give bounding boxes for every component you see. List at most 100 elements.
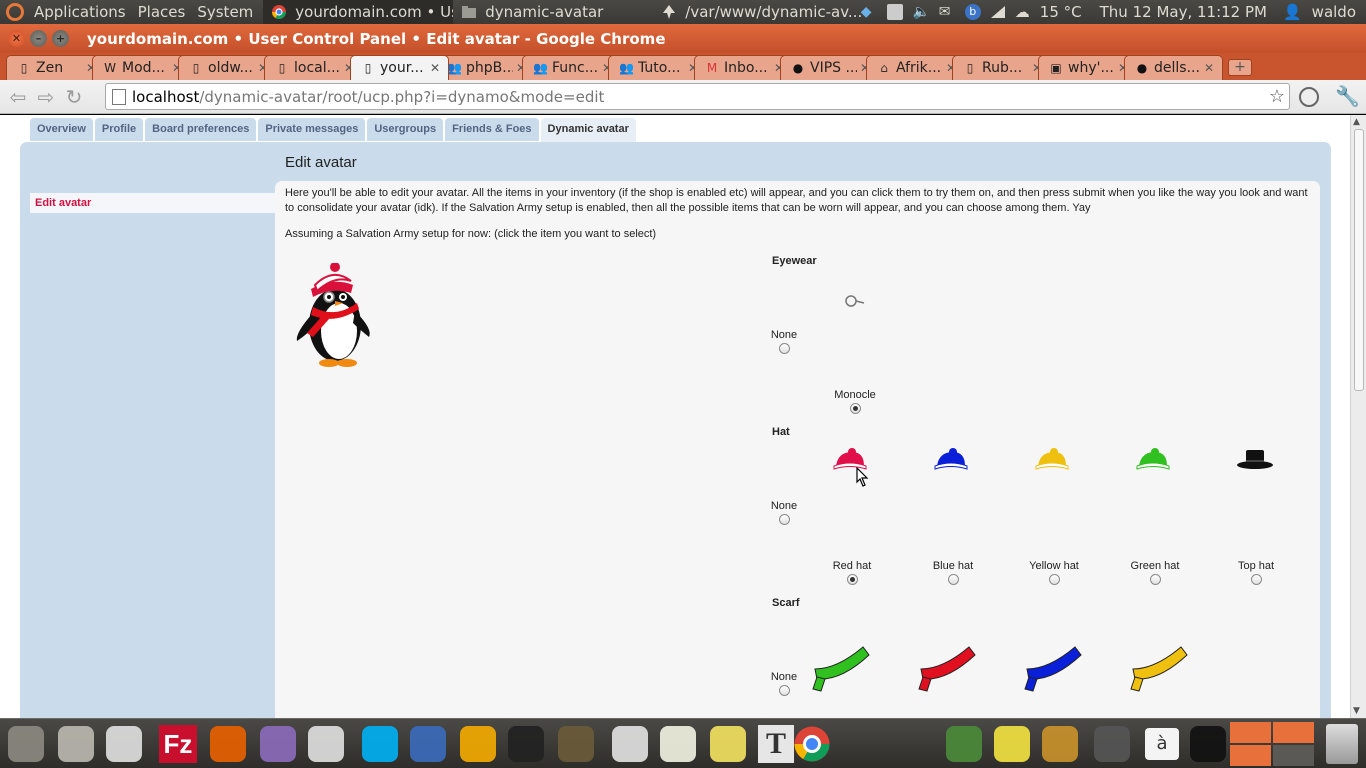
browser-tab[interactable]: ▯ oldw... ✕ [178,55,277,80]
workspace-switcher[interactable] [1230,722,1314,766]
volume-icon[interactable]: 🔈 [913,4,930,20]
scroll-down-icon[interactable]: ▼ [1353,706,1360,716]
ucp-tab-profile[interactable]: Profile [94,118,144,141]
hat-top-label: Top hat [1237,560,1275,572]
gedit-launcher-icon[interactable] [656,722,700,766]
firefox-launcher-icon[interactable] [206,722,250,766]
new-tab-button[interactable]: + [1228,59,1252,76]
browser-tab[interactable]: 👥 Func... ✕ [522,55,621,80]
scarf-item-red-icon[interactable] [917,639,977,693]
maximize-window-button[interactable]: + [52,30,69,47]
search-launcher-icon[interactable] [1038,722,1082,766]
scarf-item-yellow-icon[interactable] [1129,639,1189,693]
gimp-launcher-icon[interactable] [554,722,598,766]
bluefish-launcher-icon[interactable] [406,722,450,766]
hat-top-radio[interactable] [1250,574,1262,585]
eyewear-monocle-radio[interactable] [849,403,861,414]
filezilla-launcher-icon[interactable]: Fz [156,722,200,766]
scroll-up-icon[interactable]: ▲ [1353,117,1360,127]
system-menu[interactable]: System [191,0,259,24]
tomboy-launcher-icon[interactable] [706,722,750,766]
ucp-tab-overview[interactable]: Overview [30,118,93,141]
monocle-item-icon[interactable] [844,294,866,308]
eyewear-none-radio[interactable] [778,343,790,354]
sysmon-launcher-icon[interactable] [1186,722,1230,766]
hat-item-green-icon[interactable] [1135,448,1173,472]
reload-button[interactable]: ↻ [61,84,87,110]
colorpicker-launcher-icon[interactable] [942,722,986,766]
ucp-tab-friends-foes[interactable]: Friends & Foes [445,118,539,141]
hat-blue-label: Blue hat [932,560,974,572]
hat-item-top-icon[interactable] [1236,448,1274,472]
mail-icon[interactable]: ✉ [939,4,955,20]
browser-tab[interactable]: W Mod... ✕ [92,55,191,80]
browser-tab[interactable]: ▣ why'... ✕ [1038,55,1137,80]
places-menu[interactable]: Places [132,0,192,24]
audacity-launcher-icon[interactable] [456,722,500,766]
chrome-launcher-icon[interactable] [790,722,834,766]
hat-blue-radio[interactable] [947,574,959,585]
close-window-button[interactable]: ✕ [8,30,25,47]
clock[interactable]: Thu 12 May, 11:12 PM [1100,3,1267,21]
hat-none-radio[interactable] [778,514,790,525]
trash-icon[interactable] [1320,722,1364,766]
browser-tab[interactable]: ● VIPS ... ✕ [780,55,879,80]
page-scrollbar[interactable]: ▲ ▼ [1350,115,1366,718]
files-launcher-icon[interactable] [4,722,48,766]
weather-icon[interactable]: ☁ [1015,3,1030,21]
hat-yellow-radio[interactable] [1048,574,1060,585]
applications-menu[interactable]: Applications [28,0,132,24]
hat-item-yellow-icon[interactable] [1034,448,1072,472]
address-bar[interactable]: localhost/dynamic-avatar/root/ucp.php?i=… [105,83,1290,110]
scarf-item-blue-icon[interactable] [1023,639,1083,693]
hat-green-radio[interactable] [1149,574,1161,585]
tab-close-icon[interactable]: ✕ [1204,61,1214,75]
taskbar-item-chrome[interactable]: yourdomain.com • Us... [263,0,454,24]
hat-red-radio[interactable] [846,574,858,585]
taskbar-item-terminal[interactable]: /var/www/dynamic-av... [653,0,863,24]
browser-tab[interactable]: 👥 Tuto... ✕ [608,55,707,80]
skype-launcher-icon[interactable] [358,722,402,766]
browser-tab[interactable]: ● dells... ✕ [1124,55,1223,80]
scrollbar-thumb[interactable] [1354,129,1364,391]
ucp-tab-usergroups[interactable]: Usergroups [367,118,444,141]
settings-launcher-icon[interactable] [54,722,98,766]
pidgin-launcher-icon[interactable] [256,722,300,766]
taskbar-item-folder[interactable]: dynamic-avatar [453,0,653,24]
eyewear-none-option: None [739,329,829,354]
network-signal-icon[interactable] [990,6,1005,18]
hat-item-blue-icon[interactable] [933,448,971,472]
package-icon[interactable] [886,4,903,20]
browser-tab[interactable]: 👥 phpB... ✕ [436,55,535,80]
paint-launcher-icon[interactable] [608,722,652,766]
browser-tab[interactable]: ▯ local... ✕ [264,55,363,80]
ucp-tab-dynamic-avatar[interactable]: Dynamic avatar [540,118,636,144]
charmap-launcher-icon[interactable]: à [1140,722,1184,766]
phone-launcher-icon[interactable] [102,722,146,766]
ubuntu-logo-icon[interactable] [6,3,24,21]
bookmark-star-icon[interactable]: ☆ [1269,86,1285,107]
ucp-tab-private-messages[interactable]: Private messages [258,118,366,141]
notes-launcher-icon[interactable] [990,722,1034,766]
scarf-item-green-icon[interactable] [811,639,871,693]
browser-tab[interactable]: ⌂ Afrik... ✕ [866,55,965,80]
ucp-tab-board-preferences[interactable]: Board preferences [145,118,257,141]
side-link-edit-avatar[interactable]: Edit avatar [30,193,275,213]
minimize-window-button[interactable]: – [30,30,47,47]
tab-close-icon[interactable]: ✕ [430,61,440,75]
wrench-icon[interactable]: 🔧 [1335,84,1360,108]
back-button[interactable]: ⇦ [5,84,31,110]
inkscape-launcher-icon[interactable] [504,722,548,766]
user-name[interactable]: waldo [1312,3,1356,21]
browser-tab[interactable]: ▯ your... ✕ [350,55,449,80]
browser-tab[interactable]: ▯ Zen ✕ [6,55,105,80]
empathy-launcher-icon[interactable] [304,722,348,766]
bluetooth-icon[interactable]: b [964,4,981,20]
scarf-none-radio[interactable] [778,685,790,696]
browser-tab[interactable]: ▯ Rub... ✕ [952,55,1051,80]
dropbox-icon[interactable]: ◆ [861,4,877,20]
calculator-launcher-icon[interactable] [1090,722,1134,766]
browser-tab[interactable]: M Inbo... ✕ [694,55,793,80]
speedometer-icon[interactable] [1299,87,1319,107]
forward-button[interactable]: ⇨ [33,84,59,110]
